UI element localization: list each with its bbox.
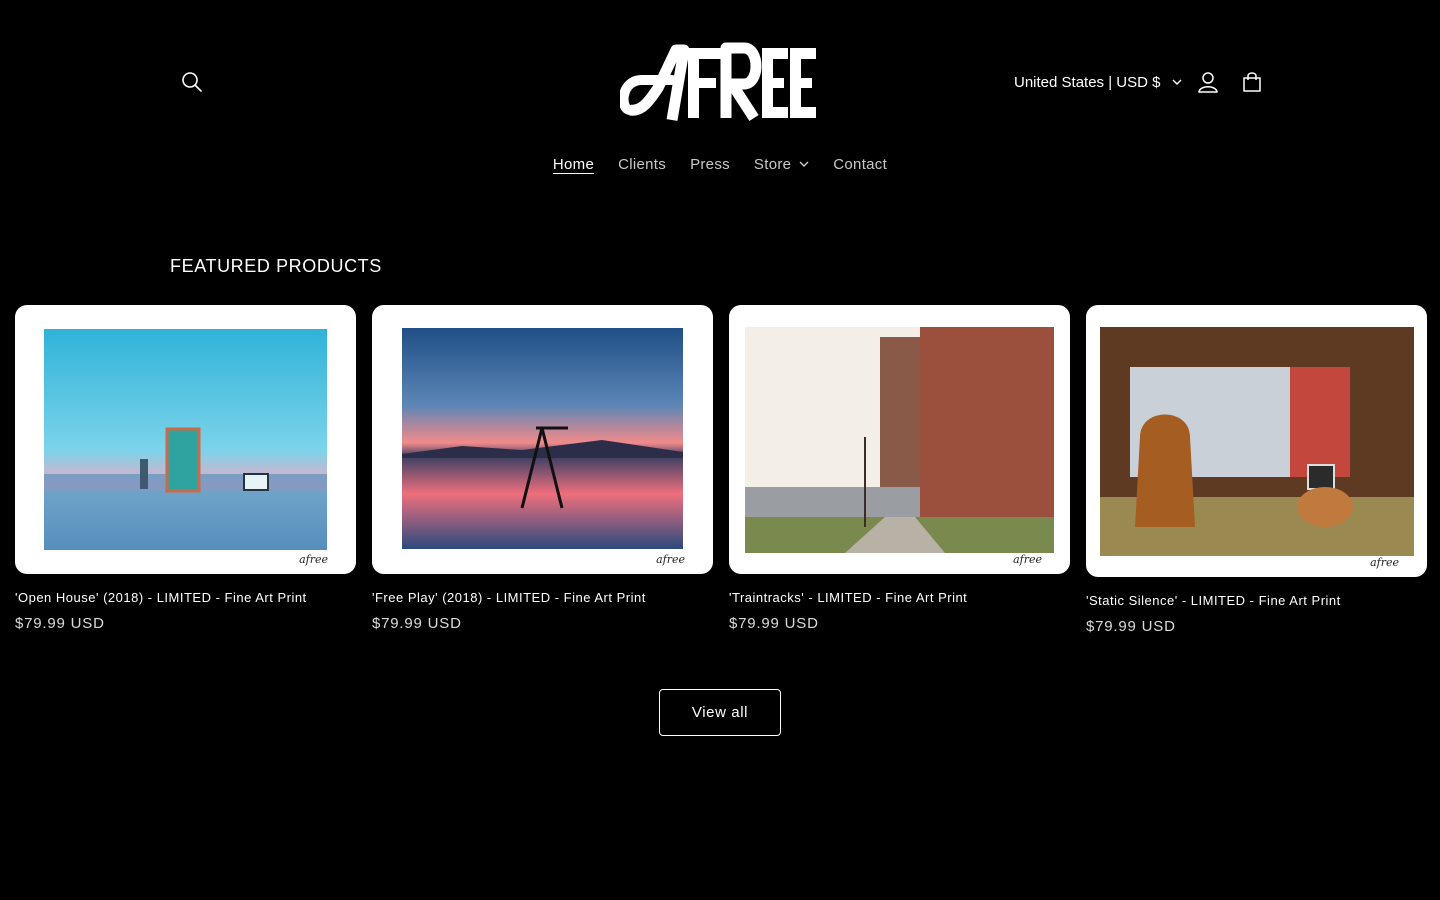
nav-item-store[interactable]: Store <box>742 148 821 180</box>
product-image[interactable]: afree <box>372 305 713 574</box>
site-header: United States | USD $ Home Clients Press… <box>0 0 1440 200</box>
product-price: $79.99 USD <box>372 615 462 632</box>
nav-item-clients[interactable]: Clients <box>606 148 678 180</box>
artist-signature: afree <box>299 553 328 566</box>
main-nav: Home Clients Press Store Contact <box>0 148 1440 180</box>
artist-signature: afree <box>656 553 685 566</box>
nav-item-press[interactable]: Press <box>678 148 742 180</box>
product-grid: afree 'Open House' (2018) - LIMITED - Fi… <box>15 305 1427 635</box>
chevron-down-icon <box>799 161 809 167</box>
nav-item-home[interactable]: Home <box>541 148 606 180</box>
product-image[interactable]: afree <box>729 305 1070 574</box>
logo-mark <box>620 42 816 121</box>
product-price: $79.99 USD <box>15 615 105 632</box>
site-logo[interactable] <box>620 40 820 128</box>
product-title[interactable]: 'Open House' (2018) - LIMITED - Fine Art… <box>15 590 356 605</box>
product-card[interactable]: afree 'Open House' (2018) - LIMITED - Fi… <box>15 305 356 635</box>
product-card[interactable]: afree 'Static Silence' - LIMITED - Fine … <box>1086 305 1427 635</box>
account-button[interactable] <box>1188 62 1228 102</box>
bag-icon <box>1243 72 1261 92</box>
country-currency-label: United States | USD $ <box>1014 73 1161 91</box>
photo-static-silence <box>1100 327 1414 556</box>
product-image[interactable]: afree <box>1086 305 1427 577</box>
search-button[interactable] <box>172 62 212 102</box>
photo-free-play <box>402 328 683 549</box>
nav-item-contact[interactable]: Contact <box>821 148 899 180</box>
product-image[interactable]: afree <box>15 305 356 574</box>
photo-open-house <box>44 329 327 550</box>
chevron-down-icon <box>1172 79 1182 85</box>
artist-signature: afree <box>1370 556 1399 569</box>
product-price: $79.99 USD <box>729 615 819 632</box>
product-card[interactable]: afree 'Traintracks' - LIMITED - Fine Art… <box>729 305 1070 635</box>
product-card[interactable]: afree 'Free Play' (2018) - LIMITED - Fin… <box>372 305 713 635</box>
product-title[interactable]: 'Static Silence' - LIMITED - Fine Art Pr… <box>1086 593 1427 608</box>
product-price: $79.99 USD <box>1086 618 1176 635</box>
user-icon <box>1198 72 1218 93</box>
artist-signature: afree <box>1013 553 1042 566</box>
nav-item-store-label: Store <box>753 155 792 173</box>
view-all-button[interactable]: View all <box>659 689 781 736</box>
country-currency-selector[interactable]: United States | USD $ <box>1004 62 1192 102</box>
product-title[interactable]: 'Traintracks' - LIMITED - Fine Art Print <box>729 590 1070 605</box>
search-icon <box>182 72 202 92</box>
cart-button[interactable] <box>1232 62 1272 102</box>
section-heading: FEATURED PRODUCTS <box>170 256 382 276</box>
product-title[interactable]: 'Free Play' (2018) - LIMITED - Fine Art … <box>372 590 713 605</box>
photo-traintracks <box>745 327 1054 553</box>
